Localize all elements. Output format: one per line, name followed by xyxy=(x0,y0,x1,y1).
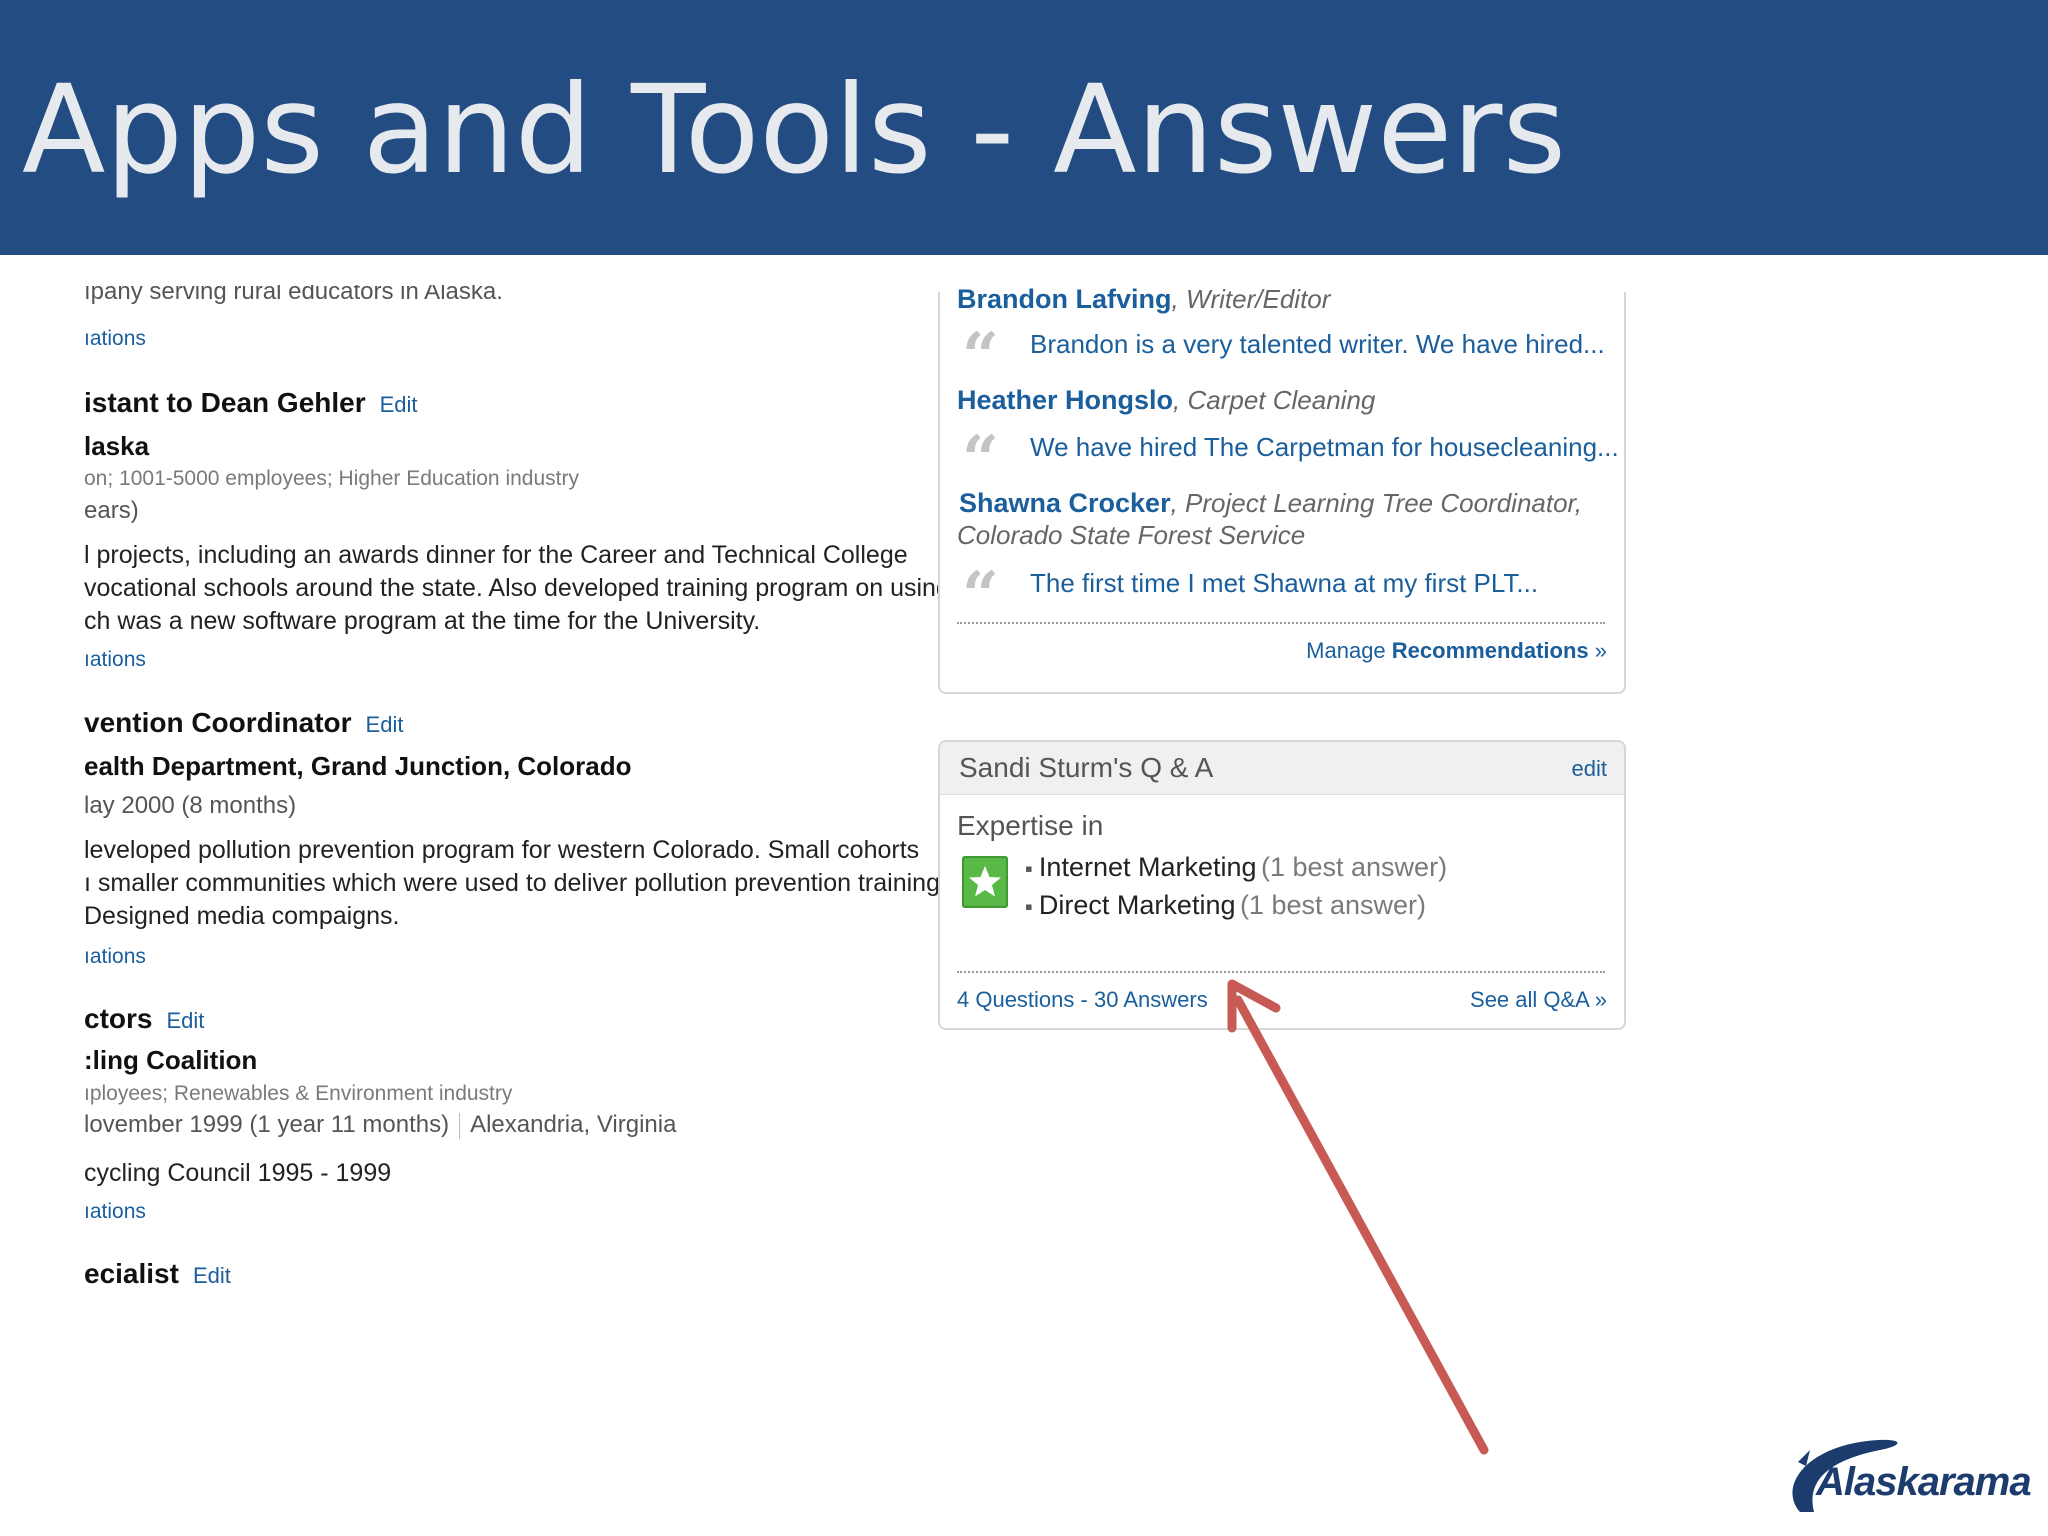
alaskarama-logo: Alaskarama xyxy=(1760,1420,2032,1520)
logo-text: Alaskarama xyxy=(1816,1460,2032,1504)
arrow-annotation xyxy=(1227,979,1489,1455)
